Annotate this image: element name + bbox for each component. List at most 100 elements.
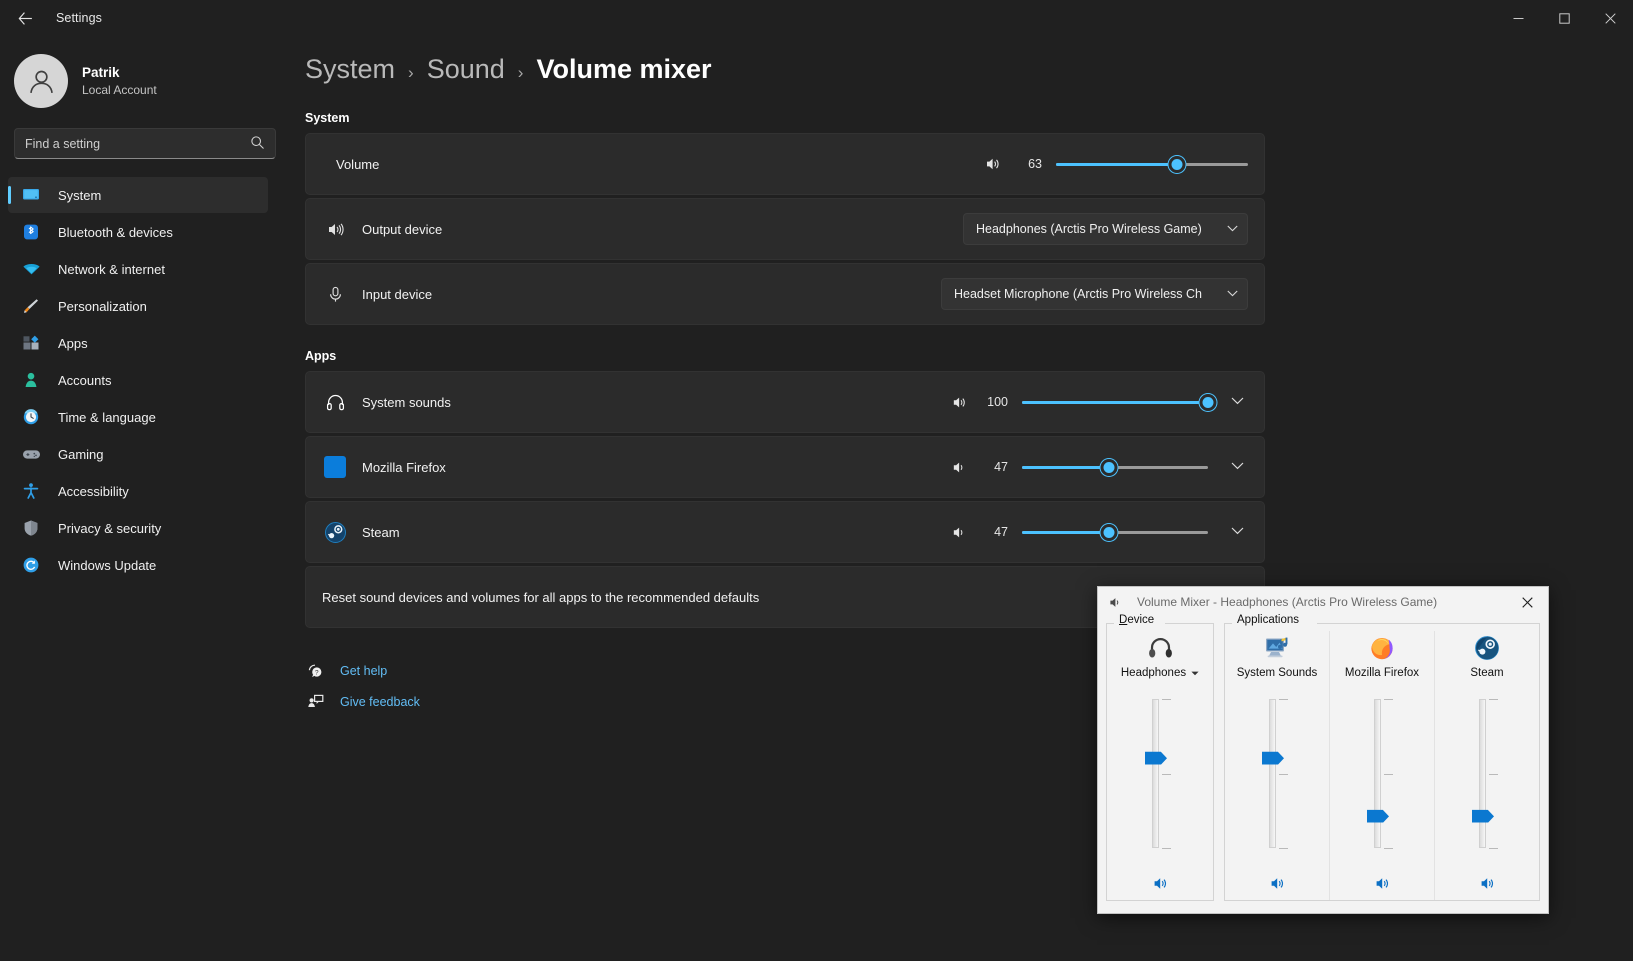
maximize-button[interactable] [1541, 0, 1587, 36]
sidebar-item-privacy-security[interactable]: Privacy & security [8, 510, 268, 546]
accessibility-icon [20, 482, 42, 500]
mixer-volume-slider-headphones[interactable] [1140, 695, 1180, 866]
mixer-volume-slider-mozilla-firefox[interactable] [1362, 695, 1402, 866]
output-device-row: Output device Headphones (Arctis Pro Wir… [305, 198, 1265, 260]
clock-icon [20, 408, 42, 426]
page-title: Volume mixer [536, 54, 712, 84]
app-volume-slider[interactable] [1022, 521, 1208, 543]
slider-thumb[interactable] [1199, 393, 1217, 411]
output-device-value: Headphones (Arctis Pro Wireless Game) [976, 222, 1202, 236]
sidebar-item-apps[interactable]: Apps [8, 325, 268, 361]
input-device-dropdown[interactable]: Headset Microphone (Arctis Pro Wireless … [941, 278, 1248, 310]
volume-slider-group: 63 [984, 153, 1248, 175]
output-device-label: Output device [362, 221, 443, 237]
bluetooth-icon [20, 223, 42, 241]
minimize-icon [1513, 17, 1523, 19]
steam-round-icon [1474, 631, 1500, 665]
speaker-icon[interactable] [984, 155, 1002, 173]
profile-name: Patrik [82, 64, 120, 80]
mixer-volume-slider-system-sounds[interactable] [1257, 695, 1297, 866]
app-volume-slider[interactable] [1022, 456, 1208, 478]
mixer-mute-button-system-sounds[interactable] [1269, 866, 1286, 900]
back-button[interactable] [6, 3, 44, 33]
user-profile[interactable]: Patrik Local Account [0, 36, 290, 108]
mixer-channel-steam: Steam [1434, 631, 1539, 900]
mixer-device-channels: Headphones [1107, 623, 1213, 900]
breadcrumb-separator: › [408, 63, 414, 82]
mixer-channel-name[interactable]: Headphones [1121, 667, 1199, 679]
sidebar-item-bluetooth-devices[interactable]: Bluetooth & devices [8, 214, 268, 250]
firefox-icon [1369, 631, 1395, 665]
close-button[interactable] [1587, 0, 1633, 36]
mixer-applications-group: Applications System Sounds Mozilla Firef… [1224, 614, 1540, 901]
volume-value: 63 [1028, 157, 1042, 171]
app-volume-value: 100 [987, 395, 1008, 409]
speaker-blue-icon [1481, 877, 1493, 889]
breadcrumb-item-sound[interactable]: Sound [427, 54, 505, 85]
mixer-mute-button-steam[interactable] [1479, 866, 1496, 900]
volume-row-label: Volume [336, 156, 380, 172]
app-slider-group: 47 [951, 521, 1248, 543]
expand-chevron-icon[interactable] [1226, 526, 1248, 538]
search-box[interactable] [14, 128, 276, 159]
input-device-label: Input device [362, 286, 433, 302]
sidebar-item-label: Privacy & security [58, 520, 162, 536]
slider-thumb[interactable] [1100, 458, 1118, 476]
sidebar: Patrik Local Account Find a setting Syst… [0, 36, 290, 961]
volume-row: Volume 63 [305, 133, 1265, 195]
shield-icon [20, 519, 42, 537]
system-sounds-icon [1264, 631, 1291, 665]
avatar [14, 54, 68, 108]
expand-chevron-icon[interactable] [1226, 396, 1248, 408]
slider-thumb[interactable] [1168, 155, 1186, 173]
help-question-icon: ? [305, 662, 325, 679]
mixer-mute-button-mozilla-firefox[interactable] [1374, 866, 1391, 900]
person-icon [20, 371, 42, 389]
get-help-label: Get help [340, 663, 388, 678]
app-row-system-sounds: System sounds 100 [305, 371, 1265, 433]
slider-rail [1374, 699, 1381, 848]
expand-chevron-icon[interactable] [1226, 461, 1248, 473]
slider-ticks [1384, 699, 1393, 849]
breadcrumb-separator: › [517, 63, 524, 82]
sidebar-item-system[interactable]: System [8, 177, 268, 213]
slider-rail [1479, 699, 1486, 848]
minimize-button[interactable] [1495, 0, 1541, 36]
speaker-blue-icon [1154, 877, 1166, 889]
feedback-icon [305, 693, 325, 710]
microphone-icon [322, 285, 348, 304]
sidebar-item-label: Accessibility [58, 483, 129, 499]
mixer-channel-mozilla-firefox: Mozilla Firefox [1329, 631, 1434, 900]
slider-rail [1269, 699, 1276, 848]
speaker-icon[interactable] [951, 524, 968, 541]
sidebar-item-gaming[interactable]: Gaming [8, 436, 268, 472]
slider-fill [1022, 530, 1110, 534]
sidebar-item-label: System [58, 187, 102, 203]
search-input[interactable] [25, 136, 244, 151]
volume-slider[interactable] [1056, 153, 1248, 175]
mixer-mute-button-headphones[interactable] [1152, 866, 1169, 900]
breadcrumb-item-system[interactable]: System [305, 54, 395, 85]
chevron-down-icon [1227, 289, 1238, 300]
input-device-value: Headset Microphone (Arctis Pro Wireless … [954, 287, 1202, 301]
speaker-icon[interactable] [951, 459, 968, 476]
sidebar-item-accessibility[interactable]: Accessibility [8, 473, 268, 509]
mixer-close-button[interactable] [1506, 587, 1548, 617]
mixer-channel-system-sounds: System Sounds [1225, 631, 1329, 900]
output-device-dropdown[interactable]: Headphones (Arctis Pro Wireless Game) [963, 213, 1248, 245]
mixer-device-group-label: Device [1114, 614, 1160, 626]
sidebar-item-time-language[interactable]: Time & language [8, 399, 268, 435]
sidebar-item-windows-update[interactable]: Windows Update [8, 547, 268, 583]
sidebar-item-accounts[interactable]: Accounts [8, 362, 268, 398]
slider-thumb[interactable] [1100, 523, 1118, 541]
mixer-volume-slider-steam[interactable] [1467, 695, 1507, 866]
speaker-icon[interactable] [951, 394, 968, 411]
mixer-title-text: Volume Mixer - Headphones (Arctis Pro Wi… [1137, 595, 1438, 609]
sidebar-item-personalization[interactable]: Personalization [8, 288, 268, 324]
sidebar-item-network-internet[interactable]: Network & internet [8, 251, 268, 287]
paintbrush-icon [20, 297, 42, 315]
app-volume-slider[interactable] [1022, 391, 1217, 413]
slider-ticks [1489, 699, 1498, 849]
close-icon [1604, 12, 1616, 24]
headphones-icon [322, 392, 348, 413]
